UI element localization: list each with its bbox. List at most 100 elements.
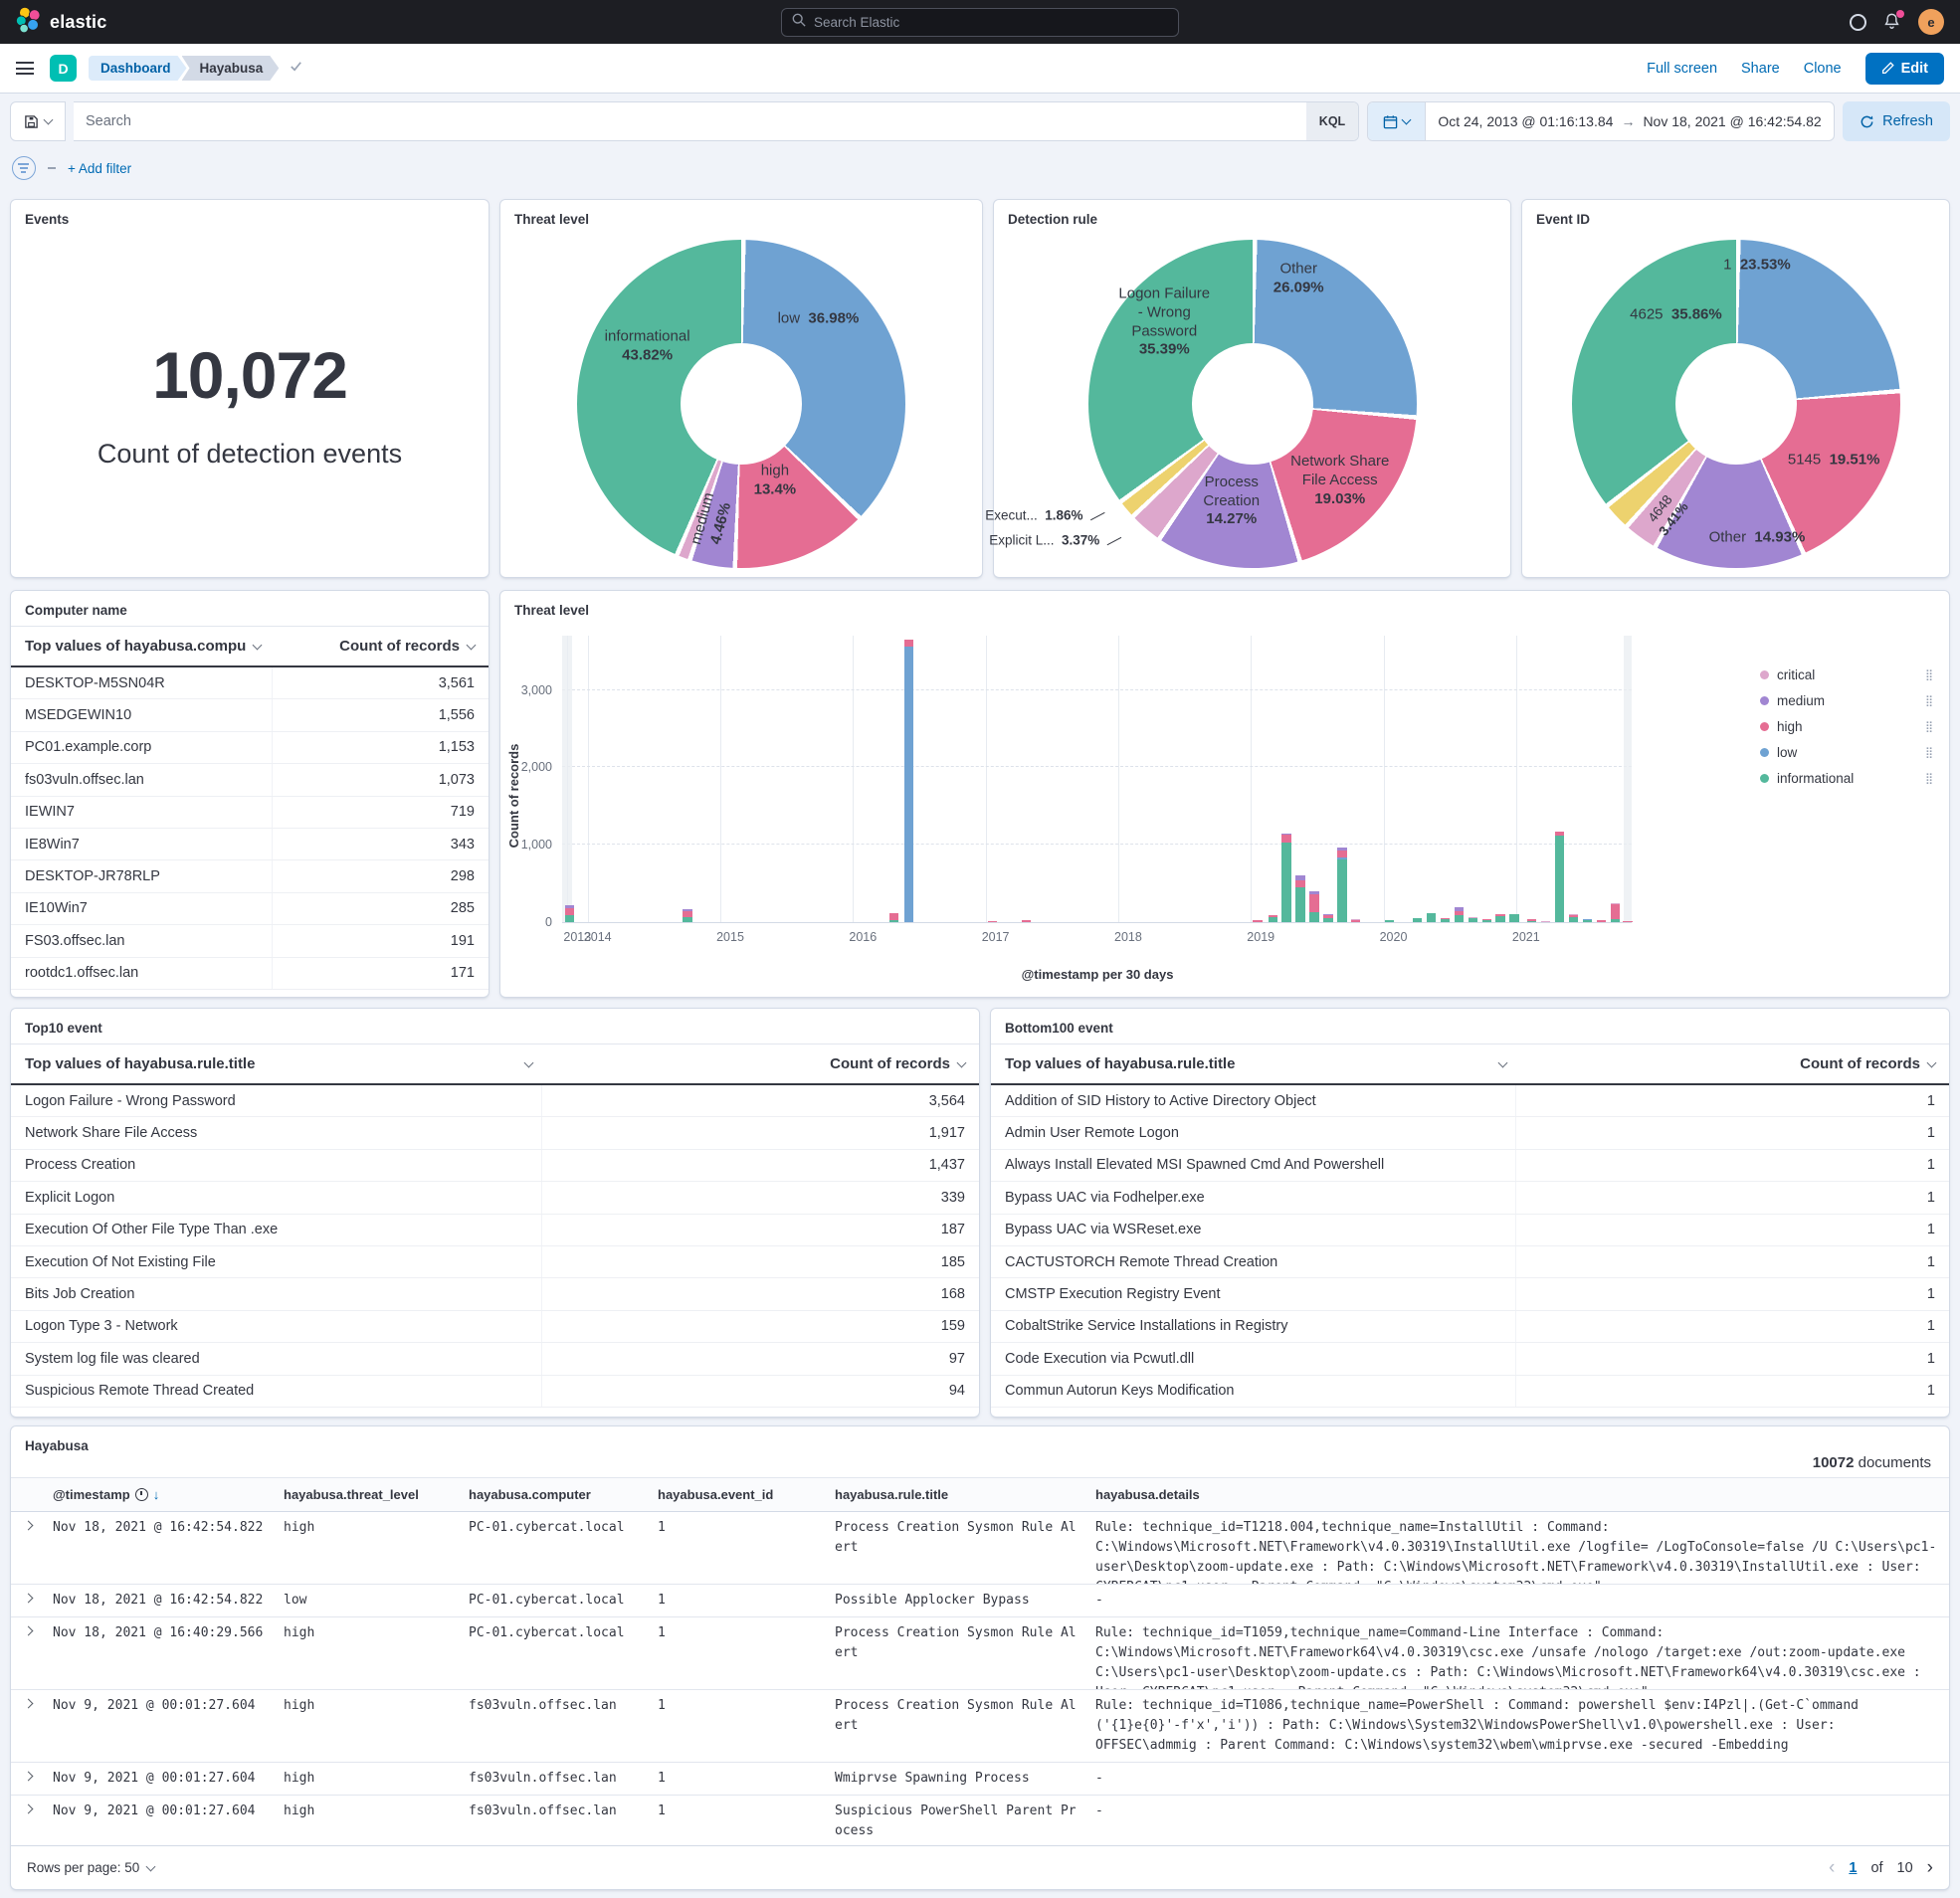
avatar[interactable]: e [1918,9,1944,35]
menu-icon[interactable] [16,62,34,75]
date-to[interactable]: Nov 18, 2021 @ 16:42:54.82 [1643,113,1821,129]
legend-item[interactable]: informational ⣿ [1760,771,1931,786]
column-count[interactable]: Count of records [1800,1055,1920,1072]
dashboard-app-icon[interactable]: D [50,55,77,82]
column-field[interactable]: Top values of hayabusa.compu [25,638,246,655]
global-search-input[interactable] [814,15,1168,30]
expand-row-button[interactable] [11,1585,45,1608]
table-row[interactable]: Always Install Elevated MSI Spawned Cmd … [991,1150,1949,1182]
column-threat-level[interactable]: hayabusa.threat_level [276,1478,461,1511]
notifications-icon[interactable] [1882,12,1902,32]
table-row[interactable]: MSEDGEWIN10 1,556 [11,699,489,731]
legend-item[interactable]: medium ⣿ [1760,693,1931,708]
share-button[interactable]: Share [1741,61,1780,77]
table-row[interactable]: Process Creation 1,437 [11,1150,979,1182]
histogram-plot[interactable]: 20132014201520162017201820192020202101,0… [562,636,1632,923]
help-icon[interactable] [1850,14,1866,31]
table-row[interactable]: Bits Job Creation 168 [11,1278,979,1310]
sort-desc-icon[interactable]: ↓ [153,1487,160,1502]
table-row[interactable]: System log file was cleared 97 [11,1343,979,1375]
legend-item[interactable]: high ⣿ [1760,719,1931,734]
refresh-button[interactable]: Refresh [1843,101,1950,141]
expand-row-button[interactable] [11,1617,45,1640]
edit-button[interactable]: Edit [1865,53,1944,85]
table-row[interactable]: CMSTP Execution Registry Event 1 [991,1278,1949,1310]
drag-handle-icon[interactable]: ⣿ [1925,746,1931,759]
column-rule-title[interactable]: hayabusa.rule.title [827,1478,1087,1511]
chevron-down-icon[interactable] [1927,1057,1937,1067]
clone-button[interactable]: Clone [1804,61,1842,77]
table-row[interactable]: CACTUSTORCH Remote Thread Creation 1 [991,1246,1949,1278]
breadcrumb-dashboard[interactable]: Dashboard [89,56,187,81]
table-row[interactable]: PC01.example.corp 1,153 [11,732,489,764]
drag-handle-icon[interactable]: ⣿ [1925,694,1931,707]
table-row[interactable]: rootdc1.offsec.lan 171 [11,958,489,990]
chevron-down-icon[interactable] [467,640,477,650]
calendar-button[interactable] [1368,102,1426,140]
drag-handle-icon[interactable]: ⣿ [1925,720,1931,733]
table-row[interactable]: DESKTOP-M5SN04R 3,561 [11,667,489,699]
table-row[interactable]: Execution Of Not Existing File 185 [11,1246,979,1278]
check-icon [289,59,303,79]
table-row[interactable]: Suspicious Remote Thread Created 94 [11,1376,979,1408]
previous-page-button[interactable]: ‹ [1829,1857,1835,1879]
table-row[interactable]: Addition of SID History to Active Direct… [991,1085,1949,1117]
table-row[interactable]: Logon Failure - Wrong Password 3,564 [11,1085,979,1117]
next-page-button[interactable]: › [1927,1857,1933,1879]
table-row[interactable]: IEWIN7 719 [11,797,489,829]
table-row[interactable]: Code Execution via Pcwutl.dll 1 [991,1343,1949,1375]
expand-row-button[interactable] [11,1690,45,1713]
table-row[interactable]: Explicit Logon 339 [11,1182,979,1214]
search-input[interactable] [74,102,1306,140]
column-count[interactable]: Count of records [339,638,460,655]
chevron-down-icon[interactable] [523,1057,533,1067]
legend-item[interactable]: critical ⣿ [1760,667,1931,682]
header-spacer [11,1478,45,1496]
table-row[interactable]: DESKTOP-JR78RLP 298 [11,860,489,892]
table-row[interactable]: Admin User Remote Logon 1 [991,1117,1949,1149]
column-count[interactable]: Count of records [830,1055,950,1072]
full-screen-button[interactable]: Full screen [1647,61,1717,77]
document-count: 10072 documents [1813,1454,1931,1471]
column-field[interactable]: Top values of hayabusa.rule.title [1005,1055,1235,1072]
column-timestamp[interactable]: @timestamp ↓ [45,1478,276,1511]
expand-row-button[interactable] [11,1512,45,1535]
table-row[interactable]: FS03.offsec.lan 191 [11,925,489,957]
chevron-down-icon[interactable] [1498,1057,1508,1067]
add-filter-button[interactable]: + Add filter [68,161,131,176]
current-page[interactable]: 1 [1849,1860,1857,1876]
panel-title: Detection rule [994,200,1510,235]
slice-label: Explicit L... 3.37% [989,533,1122,550]
table-row[interactable]: Execution Of Other File Type Than .exe 1… [11,1215,979,1246]
column-event-id[interactable]: hayabusa.event_id [650,1478,827,1511]
table-row[interactable]: Network Share File Access 1,917 [11,1117,979,1149]
table-row[interactable]: Commun Autorun Keys Modification 1 [991,1376,1949,1408]
elastic-logo[interactable]: elastic [16,7,106,38]
table-row[interactable]: IE8Win7 343 [11,829,489,860]
table-row[interactable]: Bypass UAC via WSReset.exe 1 [991,1215,1949,1246]
drag-handle-icon[interactable]: ⣿ [1925,668,1931,681]
drag-handle-icon[interactable]: ⣿ [1925,772,1931,785]
cell-timestamp: Nov 9, 2021 @ 00:01:27.604 [45,1796,276,1827]
date-from[interactable]: Oct 24, 2013 @ 01:16:13.84 [1438,113,1613,129]
column-details[interactable]: hayabusa.details [1087,1478,1949,1511]
table-row[interactable]: fs03vuln.offsec.lan 1,073 [11,764,489,796]
table-row[interactable]: Bypass UAC via Fodhelper.exe 1 [991,1182,1949,1214]
chevron-down-icon[interactable] [957,1057,967,1067]
column-computer[interactable]: hayabusa.computer [461,1478,650,1511]
column-field[interactable]: Top values of hayabusa.rule.title [25,1055,255,1072]
table-row[interactable]: IE10Win7 285 [11,893,489,925]
expand-row-button[interactable] [11,1796,45,1818]
chevron-down-icon[interactable] [253,640,263,650]
global-search[interactable] [781,8,1179,37]
rows-per-page-select[interactable]: Rows per page: 50 [27,1860,154,1875]
table-row[interactable]: CobaltStrike Service Installations in Re… [991,1311,1949,1343]
expand-row-button[interactable] [11,1763,45,1786]
cell-details: Rule: technique_id=T1086,technique_name=… [1087,1690,1949,1762]
table-row[interactable]: Logon Type 3 - Network 159 [11,1311,979,1343]
panel-title: Computer name [11,591,489,626]
filter-icon[interactable] [12,156,36,180]
legend-item[interactable]: low ⣿ [1760,745,1931,760]
saved-query-button[interactable] [10,101,66,141]
kql-badge[interactable]: KQL [1306,102,1358,140]
